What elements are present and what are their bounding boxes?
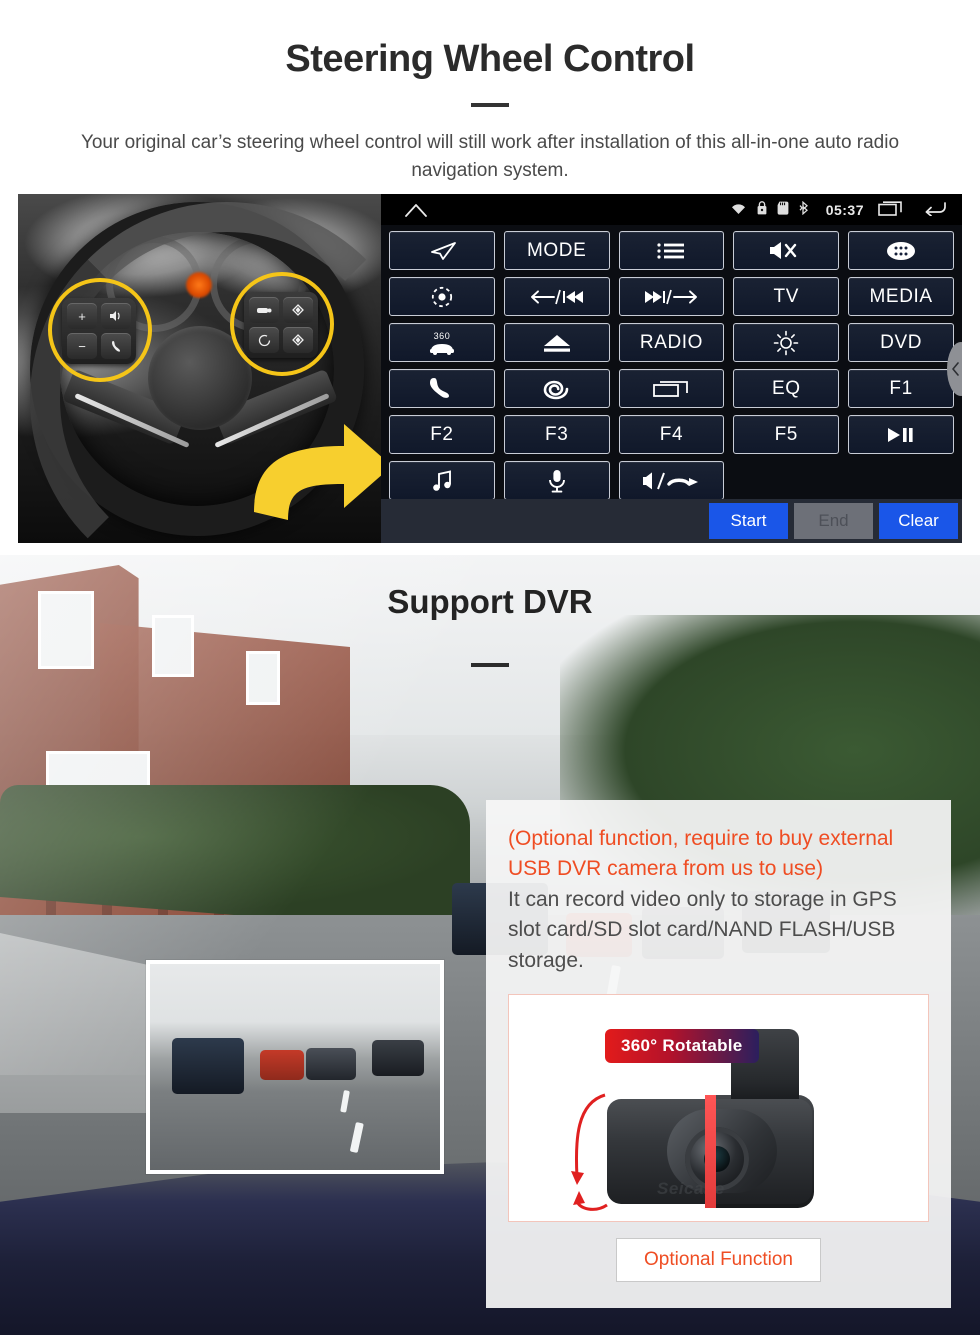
dvr-title-divider (471, 663, 509, 667)
status-clock: 05:37 (825, 201, 864, 218)
camera-red-band (705, 1095, 716, 1209)
key-spiral[interactable] (503, 369, 610, 408)
key-f4[interactable]: F4 (618, 415, 725, 454)
microphone-icon (547, 469, 567, 493)
highlight-ring-right (230, 272, 334, 376)
preview-suv (172, 1038, 244, 1094)
start-button[interactable]: Start (709, 503, 788, 539)
steering-wheel-photo: + − (18, 194, 381, 543)
speaker-hangup-icon (642, 471, 700, 491)
navigation-arrow-icon (427, 241, 457, 261)
home-icon[interactable] (403, 203, 429, 217)
list-icon (656, 242, 686, 260)
android-status-bar: 05:37 (381, 194, 962, 225)
bluetooth-icon (799, 200, 810, 218)
highlight-ring-left (48, 278, 152, 382)
svg-text:360: 360 (433, 331, 450, 341)
key-apps[interactable] (848, 231, 954, 270)
page-title: Steering Wheel Control (285, 38, 695, 80)
back-arrow-icon[interactable] (924, 201, 948, 219)
key-play-pause[interactable] (848, 415, 954, 454)
key-f2[interactable]: F2 (389, 415, 495, 454)
spiral-icon (542, 377, 572, 401)
dvr-recording-preview (146, 960, 444, 1174)
music-note-icon (431, 469, 453, 492)
key-f3[interactable]: F3 (503, 415, 610, 454)
key-mute[interactable] (733, 231, 840, 270)
lock-icon (757, 201, 767, 218)
key-power[interactable] (389, 277, 495, 316)
power-icon (430, 285, 454, 309)
key-media[interactable]: MEDIA (848, 277, 954, 316)
key-list[interactable] (618, 231, 725, 270)
swc-media-band: + − 05:37 MODE TV MEDIA 360 RADIO DVD EQ… (18, 194, 962, 543)
preview-oncoming-van (372, 1040, 424, 1076)
screen-off-icon (653, 380, 689, 398)
key-next-track[interactable] (618, 277, 725, 316)
key-brightness[interactable] (733, 323, 840, 362)
key-empty-b (848, 461, 954, 500)
dvr-note-storage: It can record video only to storage in G… (508, 887, 897, 972)
clear-button[interactable]: Clear (879, 503, 958, 539)
house-window-3 (246, 651, 280, 705)
rotatable-badge: 360° Rotatable (605, 1029, 759, 1064)
head-unit-screen: 05:37 MODE TV MEDIA 360 RADIO DVD EQ F1 … (381, 194, 962, 543)
key-radio[interactable]: RADIO (618, 323, 725, 362)
hedge-row (0, 785, 470, 915)
key-microphone[interactable] (503, 461, 610, 500)
key-navigation[interactable] (389, 231, 495, 270)
key-empty-a (733, 461, 839, 500)
steering-key-grid: MODE TV MEDIA 360 RADIO DVD EQ F1 F2 F3 … (381, 225, 962, 500)
prev-track-icon (530, 288, 584, 306)
end-button[interactable]: End (794, 503, 873, 539)
apps-grid-icon (884, 241, 918, 261)
dvr-section-title: Support DVR (387, 583, 593, 620)
next-track-icon (644, 288, 698, 306)
steering-wheel-control-section: Steering Wheel Control Your original car… (0, 0, 980, 555)
key-dvd[interactable]: DVD (848, 323, 954, 362)
sd-card-icon (777, 201, 789, 218)
key-360-camera[interactable]: 360 (389, 323, 495, 362)
wifi-icon (730, 201, 747, 218)
key-mode[interactable]: MODE (503, 231, 610, 270)
play-pause-icon (886, 426, 916, 444)
head-unit-action-bar: Start End Clear (381, 499, 962, 543)
eject-icon (542, 333, 572, 353)
mute-icon (769, 241, 803, 260)
house-window-2 (152, 615, 194, 677)
key-eq[interactable]: EQ (733, 369, 840, 408)
key-screen-off[interactable] (618, 369, 725, 408)
key-prev-track[interactable] (503, 277, 610, 316)
key-music[interactable] (389, 461, 495, 500)
key-f5[interactable]: F5 (733, 415, 840, 454)
title-divider (471, 103, 509, 107)
status-icons: 05:37 (730, 200, 948, 219)
brightness-icon (773, 330, 799, 356)
dvr-camera-figure: 360° Rotatable Seicane (508, 994, 929, 1223)
support-dvr-section: Support DVR (Optional function, require … (0, 555, 980, 1335)
phone-icon (429, 377, 455, 401)
yellow-arrow-icon (236, 416, 381, 524)
key-f1[interactable]: F1 (848, 369, 954, 408)
preview-lead-car (306, 1048, 356, 1080)
key-tv[interactable]: TV (733, 277, 840, 316)
dvr-info-panel: (Optional function, require to buy exter… (486, 800, 951, 1308)
key-eject[interactable] (503, 323, 610, 362)
dvr-note-optional: (Optional function, require to buy exter… (508, 827, 894, 881)
key-phone[interactable] (389, 369, 495, 408)
recent-apps-icon[interactable] (878, 200, 904, 219)
key-speaker-hangup[interactable] (618, 461, 725, 500)
optional-function-button[interactable]: Optional Function (616, 1238, 821, 1283)
360-camera-icon: 360 (427, 330, 457, 356)
preview-red-car (260, 1050, 304, 1080)
page-subtitle: Your original car’s steering wheel contr… (80, 132, 900, 181)
